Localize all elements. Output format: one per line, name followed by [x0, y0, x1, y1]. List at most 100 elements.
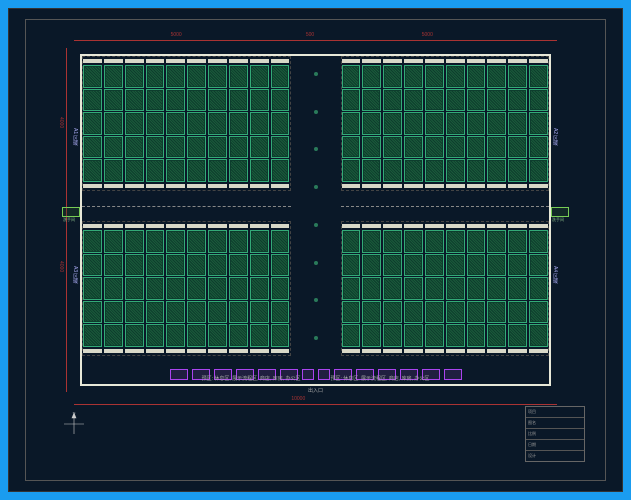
right-half — [341, 56, 550, 356]
rack-unit — [404, 65, 423, 88]
corridor-h-left — [82, 201, 291, 211]
rack-unit — [83, 159, 102, 182]
rack-unit — [187, 112, 206, 135]
rack-unit — [467, 324, 486, 347]
title-row: 日期 — [526, 440, 584, 451]
rack-column — [383, 57, 402, 190]
rack-unit — [404, 254, 423, 277]
rack-unit — [362, 65, 381, 88]
rack-unit — [508, 112, 527, 135]
zone-label-a3: A3 区域 — [72, 266, 79, 284]
rack-unit — [146, 136, 165, 159]
rack-unit — [404, 324, 423, 347]
rack-unit — [487, 230, 506, 253]
rack-unit — [104, 324, 123, 347]
rack-unit — [342, 301, 361, 324]
rack-unit — [425, 136, 444, 159]
rack-unit — [529, 324, 548, 347]
rack-column — [487, 222, 506, 355]
rack-unit — [467, 277, 486, 300]
rack-unit — [508, 254, 527, 277]
rack-unit — [146, 277, 165, 300]
compass-icon: 北 — [62, 412, 86, 436]
rack-unit — [166, 159, 185, 182]
rack-unit — [125, 324, 144, 347]
rack-unit — [146, 301, 165, 324]
title-row: 设计 — [526, 451, 584, 461]
rack-unit — [362, 254, 381, 277]
rack-unit — [83, 230, 102, 253]
rack-unit — [146, 65, 165, 88]
rack-unit — [229, 112, 248, 135]
rack-unit — [229, 136, 248, 159]
rack-column — [146, 57, 165, 190]
rack-unit — [250, 112, 269, 135]
rack-unit — [208, 112, 227, 135]
rack-unit — [508, 89, 527, 112]
rack-unit — [83, 112, 102, 135]
block-a1 — [82, 56, 291, 191]
rack-unit — [342, 277, 361, 300]
dim-label: 5000 — [422, 32, 433, 38]
rack-unit — [229, 159, 248, 182]
rack-unit — [250, 301, 269, 324]
rack-unit — [166, 230, 185, 253]
rack-column — [187, 57, 206, 190]
app-frame: 5000 500 5000 4000 4000 10000 A1 区域 A3 区… — [0, 0, 631, 500]
rack-unit — [125, 112, 144, 135]
rack-unit — [342, 89, 361, 112]
rack-unit — [425, 112, 444, 135]
rack-unit — [508, 301, 527, 324]
dim-label: 4000 — [58, 117, 64, 128]
rack-column — [208, 57, 227, 190]
rack-unit — [342, 65, 361, 88]
rack-unit — [425, 301, 444, 324]
rack-unit — [383, 254, 402, 277]
rack-unit — [125, 230, 144, 253]
rack-unit — [208, 254, 227, 277]
rack-unit — [404, 112, 423, 135]
rack-unit — [425, 324, 444, 347]
rack-unit — [104, 301, 123, 324]
rack-unit — [446, 89, 465, 112]
rack-unit — [467, 65, 486, 88]
dim-label: 4000 — [58, 261, 64, 272]
aisle-marker — [314, 185, 318, 189]
rack-column — [104, 222, 123, 355]
rack-unit — [187, 65, 206, 88]
cad-viewport[interactable]: 5000 500 5000 4000 4000 10000 A1 区域 A3 区… — [8, 8, 623, 492]
rack-column — [446, 222, 465, 355]
zone-label-a2: A2 区域 — [552, 128, 559, 146]
rack-unit — [404, 159, 423, 182]
rack-unit — [425, 230, 444, 253]
room-right: 洗手间 — [551, 207, 569, 217]
rack-column — [508, 222, 527, 355]
rack-unit — [229, 65, 248, 88]
rack-unit — [271, 89, 290, 112]
building-outline: A1 区域 A3 区域 A2 区域 A4 区域 洗手间 洗手间 预区: 休息区,… — [80, 54, 551, 386]
rack-column — [166, 57, 185, 190]
rack-column — [529, 57, 548, 190]
rack-unit — [187, 136, 206, 159]
rack-unit — [404, 136, 423, 159]
rack-column — [362, 222, 381, 355]
rack-unit — [383, 324, 402, 347]
rack-unit — [104, 136, 123, 159]
rack-unit — [250, 89, 269, 112]
rack-unit — [342, 136, 361, 159]
rack-unit — [208, 277, 227, 300]
dim-label: 5000 — [171, 32, 182, 38]
rack-unit — [104, 230, 123, 253]
zone-label-a1: A1 区域 — [72, 128, 79, 146]
rack-unit — [271, 112, 290, 135]
legend-right: 预区: 休息区, 展示流程区, 商店, 库房, 办公区 — [331, 375, 430, 382]
rack-unit — [250, 136, 269, 159]
rack-unit — [250, 277, 269, 300]
rack-unit — [229, 277, 248, 300]
rack-column — [467, 222, 486, 355]
rack-column — [146, 222, 165, 355]
dim-label: 10000 — [291, 396, 305, 402]
rack-column — [271, 57, 290, 190]
aisle-marker — [314, 72, 318, 76]
rack-unit — [529, 301, 548, 324]
